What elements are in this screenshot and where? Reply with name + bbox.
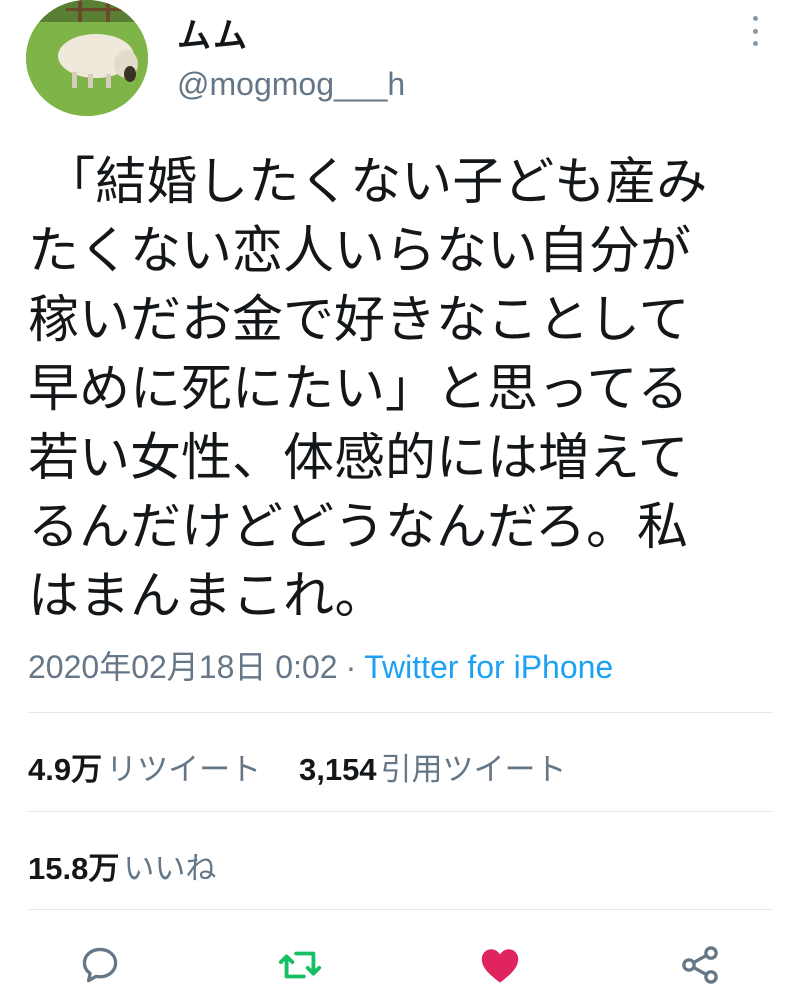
tweet-meta: 2020年02月18日 0:02 · Twitter for iPhone [28, 642, 613, 688]
quote-label: 引用ツイート [380, 752, 567, 788]
heart-icon [481, 949, 519, 983]
retweet-count: 4.9万 [28, 752, 103, 787]
divider [28, 712, 773, 713]
meta-separator: · [345, 649, 357, 685]
action-bar [0, 935, 800, 995]
user-handle[interactable]: @mogmog___h [177, 66, 405, 103]
like-label: いいね [123, 851, 217, 887]
like-button[interactable] [476, 941, 524, 989]
sheep-avatar-icon [26, 0, 148, 116]
stats-row-likes: 15.8万 いいね [28, 843, 216, 888]
timestamp[interactable]: 2020年02月18日 0:02 [28, 649, 338, 685]
retweet-label: リツイート [106, 752, 262, 788]
share-button[interactable] [676, 941, 724, 989]
comment-icon [82, 947, 118, 983]
display-name[interactable]: ムム [177, 8, 249, 57]
tweet-text: 「結婚したくない子ども産み たくない恋人いらない自分が 稼いだお金で好きなことし… [28, 153, 708, 626]
dot [752, 16, 758, 21]
share-icon [682, 946, 718, 984]
divider [28, 909, 773, 910]
quote-count-link[interactable]: 3,154 引用ツイート [299, 752, 567, 788]
divider [28, 811, 773, 812]
more-options-icon[interactable] [748, 16, 762, 46]
retweet-count-link[interactable]: 4.9万 リツイート [28, 752, 271, 788]
reply-button[interactable] [76, 941, 124, 989]
quote-count: 3,154 [298, 752, 377, 787]
retweet-button[interactable] [276, 941, 324, 989]
retweet-icon [278, 951, 322, 979]
stats-row-retweets: 4.9万 リツイート 3,154 引用ツイート [28, 744, 567, 789]
dot [752, 28, 758, 34]
tweet-source-link[interactable]: Twitter for iPhone [364, 649, 613, 685]
like-count-link[interactable]: 15.8万 いいね [28, 851, 216, 887]
avatar[interactable] [26, 0, 148, 116]
dot [752, 41, 758, 46]
like-count: 15.8万 [28, 851, 120, 886]
